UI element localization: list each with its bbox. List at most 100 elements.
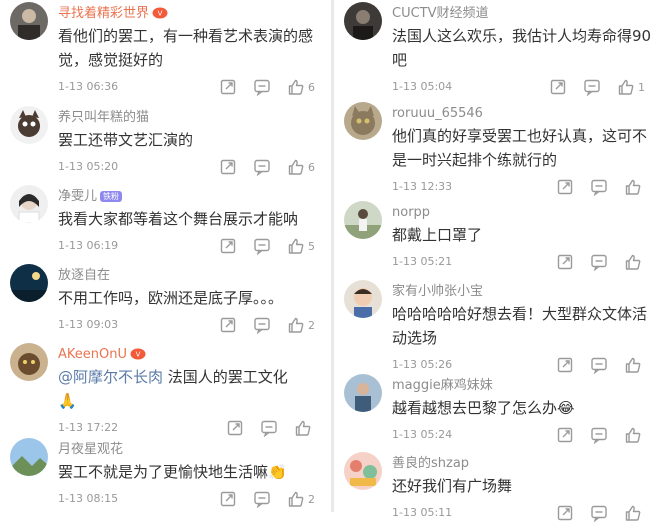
reply-button[interactable]	[590, 356, 608, 374]
reply-button[interactable]	[253, 237, 271, 255]
username-text[interactable]: maggie麻鸡妹妹	[392, 378, 493, 393]
share-button[interactable]	[556, 253, 574, 271]
user-avatar[interactable]	[10, 343, 48, 381]
user-avatar[interactable]	[10, 438, 48, 476]
username[interactable]: roruuu_65546	[392, 106, 483, 122]
user-avatar[interactable]	[344, 280, 382, 318]
reply-button[interactable]	[590, 504, 608, 522]
username-text[interactable]: CUCTV财经频道	[392, 6, 489, 21]
username[interactable]: 放逐自在	[58, 268, 110, 284]
comment-text-line: 我看大家都等着这个舞台展示才能呐	[58, 210, 299, 228]
like-button[interactable]	[624, 178, 645, 196]
share-button[interactable]	[219, 316, 237, 334]
username[interactable]: 养只叫年糕的猫	[58, 110, 149, 126]
username[interactable]: norpp	[392, 205, 430, 221]
comment-text-line: 他们真的好享受罢工也好认真，这可不	[392, 127, 648, 145]
timestamp: 1-13 05:24	[392, 428, 453, 441]
like-button[interactable]: 6	[287, 78, 315, 96]
share-button[interactable]	[219, 490, 237, 508]
reply-button[interactable]	[583, 78, 601, 96]
username[interactable]: 寻找着精彩世界 V	[58, 6, 168, 22]
share-button[interactable]	[226, 419, 244, 437]
timestamp: 1-13 06:36	[58, 80, 119, 93]
like-button[interactable]: 2	[287, 316, 315, 334]
comment-text-line: 还好我们有广场舞	[392, 477, 513, 495]
user-avatar[interactable]	[344, 102, 382, 140]
comment-icon	[253, 237, 271, 255]
share-icon	[556, 504, 574, 522]
user-avatar[interactable]	[10, 2, 48, 40]
like-icon	[287, 158, 305, 176]
username[interactable]: 家有小帅张小宝	[392, 284, 483, 300]
reply-button[interactable]	[590, 178, 608, 196]
share-button[interactable]	[549, 78, 567, 96]
comment-line-text: 法国人的罢工文化	[163, 368, 288, 386]
comment-actions	[540, 426, 645, 444]
timestamp: 1-13 09:03	[58, 318, 119, 331]
like-button[interactable]: 5	[287, 237, 315, 255]
username[interactable]: 净雯儿 铁粉	[58, 189, 123, 205]
comment-text: 他们真的好享受罢工也好认真，这可不 是一时兴起排个练就行的	[392, 124, 647, 172]
share-button[interactable]	[219, 78, 237, 96]
reply-button[interactable]	[590, 426, 608, 444]
username-text[interactable]: norpp	[392, 205, 430, 220]
username-text[interactable]: 月夜星观花	[58, 442, 123, 457]
username-text[interactable]: 寻找着精彩世界	[58, 6, 149, 21]
share-button[interactable]	[556, 356, 574, 374]
share-button[interactable]	[556, 178, 574, 196]
like-button[interactable]	[624, 426, 645, 444]
like-button[interactable]: 6	[287, 158, 315, 176]
username-text[interactable]: 善良的shzap	[392, 456, 469, 471]
like-button[interactable]	[294, 419, 315, 437]
comment-icon	[590, 178, 608, 196]
user-avatar[interactable]	[344, 374, 382, 412]
username-text[interactable]: 放逐自在	[58, 268, 110, 283]
user-avatar[interactable]	[344, 2, 382, 40]
timestamp: 1-13 06:19	[58, 239, 119, 252]
username[interactable]: maggie麻鸡妹妹	[392, 378, 493, 394]
user-avatar[interactable]	[10, 185, 48, 223]
user-avatar[interactable]	[10, 264, 48, 302]
user-avatar[interactable]	[344, 201, 382, 239]
user-avatar[interactable]	[10, 106, 48, 144]
comment-text-line: 哈哈哈哈哈好想去看！大型群众文体活	[392, 305, 648, 323]
share-button[interactable]	[219, 158, 237, 176]
reply-button[interactable]	[253, 490, 271, 508]
reply-button[interactable]	[590, 253, 608, 271]
share-button[interactable]	[556, 504, 574, 522]
username-text[interactable]: 养只叫年糕的猫	[58, 110, 149, 125]
share-button[interactable]	[219, 237, 237, 255]
reply-button[interactable]	[253, 158, 271, 176]
username[interactable]: AKeenOnU V	[58, 347, 146, 363]
username-text[interactable]: AKeenOnU	[58, 347, 127, 362]
like-button[interactable]	[624, 504, 645, 522]
comment-item: AKeenOnU V @阿摩尔不长肉 法国人的罢工文化 🙏 1-13 17:22	[0, 343, 331, 437]
reply-button[interactable]	[253, 316, 271, 334]
user-avatar[interactable]	[344, 452, 382, 490]
comment-text: @阿摩尔不长肉 法国人的罢工文化 🙏	[58, 365, 288, 413]
comment-icon	[590, 356, 608, 374]
like-button[interactable]	[624, 253, 645, 271]
mention-link[interactable]: @阿摩尔不长肉	[58, 368, 163, 386]
reply-button[interactable]	[260, 419, 278, 437]
share-button[interactable]	[556, 426, 574, 444]
like-count: 1	[638, 80, 645, 94]
username[interactable]: CUCTV财经频道	[392, 6, 489, 22]
like-button[interactable]: 1	[617, 78, 645, 96]
like-icon	[624, 178, 642, 196]
comment-item: 寻找着精彩世界 V 看他们的罢工，有一种看艺术表演的感 觉，感觉挺好的 1-13 06:…	[0, 2, 331, 96]
reply-button[interactable]	[253, 78, 271, 96]
username-text[interactable]: 净雯儿	[58, 189, 97, 204]
like-button[interactable]: 2	[287, 490, 315, 508]
comment-text: 不用工作吗，欧洲还是底子厚。。。	[58, 286, 283, 310]
username[interactable]: 月夜星观花	[58, 442, 123, 458]
comment-icon	[583, 78, 601, 96]
comment-actions	[210, 419, 315, 437]
comment-actions	[540, 178, 645, 196]
timestamp: 1-13 05:21	[392, 255, 453, 268]
username[interactable]: 善良的shzap	[392, 456, 469, 472]
username-text[interactable]: roruuu_65546	[392, 106, 483, 121]
like-button[interactable]	[624, 356, 645, 374]
like-count: 6	[308, 160, 315, 174]
username-text[interactable]: 家有小帅张小宝	[392, 284, 483, 299]
